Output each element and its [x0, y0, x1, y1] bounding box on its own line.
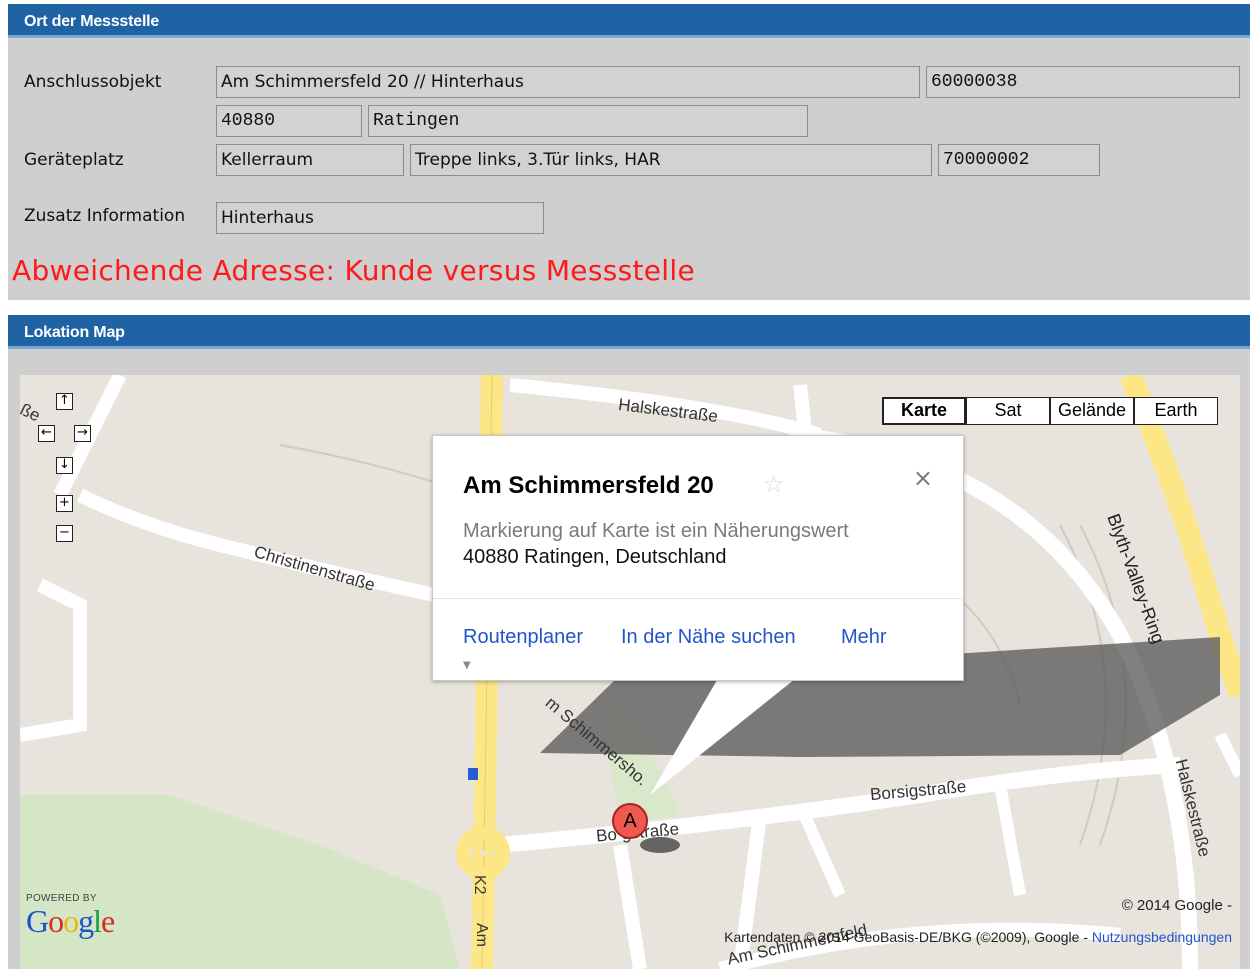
map-type-earth-button[interactable]: Earth	[1134, 397, 1218, 425]
google-logo-letter: l	[93, 903, 102, 939]
map-panel: Lokation Map ↑ ← → ↓ + − Karte Sat Gelän…	[8, 315, 1250, 969]
street	[1214, 732, 1240, 778]
location-marker-icon[interactable]: A	[612, 803, 648, 839]
street	[794, 802, 846, 898]
info-window: Am Schimmersfeld 20 ☆ × Markierung auf K…	[432, 435, 964, 681]
zip-field[interactable]: 40880	[216, 105, 362, 137]
street-label-k2: K2	[471, 875, 488, 895]
google-map[interactable]: ↑ ← → ↓ + − Karte Sat Gelände Earth ße H…	[20, 375, 1240, 969]
google-logo-letter: g	[78, 903, 94, 939]
street	[20, 578, 87, 742]
info-window-address: 40880 Ratingen, Deutschland	[463, 546, 727, 568]
map-data-attribution: Kartendaten © 2014 GeoBasis-DE/BKG (©200…	[724, 929, 1232, 945]
anschlussobjekt-label: Anschlussobjekt	[24, 72, 162, 92]
copyright-google: © 2014 Google -	[1121, 897, 1232, 914]
info-window-divider	[433, 598, 963, 599]
chevron-down-icon[interactable]: ▼	[463, 660, 471, 671]
map-type-gelaende-button[interactable]: Gelände	[1050, 397, 1134, 425]
street	[613, 843, 647, 969]
geraeteplatz-label: Geräteplatz	[24, 150, 124, 170]
pan-up-button[interactable]: ↑	[56, 393, 73, 410]
device-number-field[interactable]: 70000002	[938, 144, 1100, 176]
object-number-field[interactable]: 60000038	[926, 66, 1240, 98]
routenplaner-link[interactable]: Routenplaner	[463, 626, 583, 649]
zusatz-information-label: Zusatz Information	[24, 206, 186, 226]
google-logo-letter: o	[48, 903, 64, 939]
park-area	[20, 795, 460, 969]
zusatz-information-field[interactable]: Hinterhaus	[216, 202, 544, 234]
info-window-approximation-note: Markierung auf Karte ist ein Näherungswe…	[463, 520, 849, 542]
room-field[interactable]: Kellerraum	[216, 144, 404, 176]
zoom-out-button[interactable]: −	[56, 525, 73, 542]
location-panel: Ort der Messstelle Anschlussobjekt Am Sc…	[8, 4, 1250, 300]
close-icon[interactable]: ×	[913, 464, 933, 492]
location-panel-title: Ort der Messstelle	[8, 4, 1250, 38]
address-mismatch-warning: Abweichende Adresse: Kunde versus Messst…	[12, 254, 695, 287]
roundabout-center	[480, 850, 486, 856]
terms-of-use-link[interactable]: Nutzungsbedingungen	[1092, 929, 1232, 945]
google-logo[interactable]: Google	[26, 903, 115, 940]
map-type-karte-button[interactable]: Karte	[882, 397, 966, 425]
map-type-sat-button[interactable]: Sat	[966, 397, 1050, 425]
google-logo-letter: G	[26, 903, 49, 939]
zoom-in-button[interactable]: +	[56, 495, 73, 512]
street	[994, 783, 1026, 897]
pan-left-button[interactable]: ←	[38, 425, 55, 442]
google-logo-letter: o	[63, 903, 79, 939]
location-description-field[interactable]: Treppe links, 3.Tür links, HAR	[410, 144, 932, 176]
bus-stop-icon	[468, 768, 478, 780]
star-icon[interactable]: ☆	[763, 470, 785, 498]
google-logo-letter: e	[101, 903, 115, 939]
pan-down-button[interactable]: ↓	[56, 457, 73, 474]
map-data-attribution-text: Kartendaten © 2014 GeoBasis-DE/BKG (©200…	[724, 929, 1088, 945]
nearby-search-link[interactable]: In der Nähe suchen	[621, 626, 796, 649]
pan-right-button[interactable]: →	[74, 425, 91, 442]
street-field[interactable]: Am Schimmersfeld 20 // Hinterhaus	[216, 66, 920, 98]
info-window-title: Am Schimmersfeld 20	[463, 472, 714, 499]
street-label-am: Am	[473, 923, 490, 947]
map-panel-title: Lokation Map	[8, 315, 1250, 349]
mehr-link[interactable]: Mehr	[841, 626, 887, 649]
city-field[interactable]: Ratingen	[368, 105, 808, 137]
